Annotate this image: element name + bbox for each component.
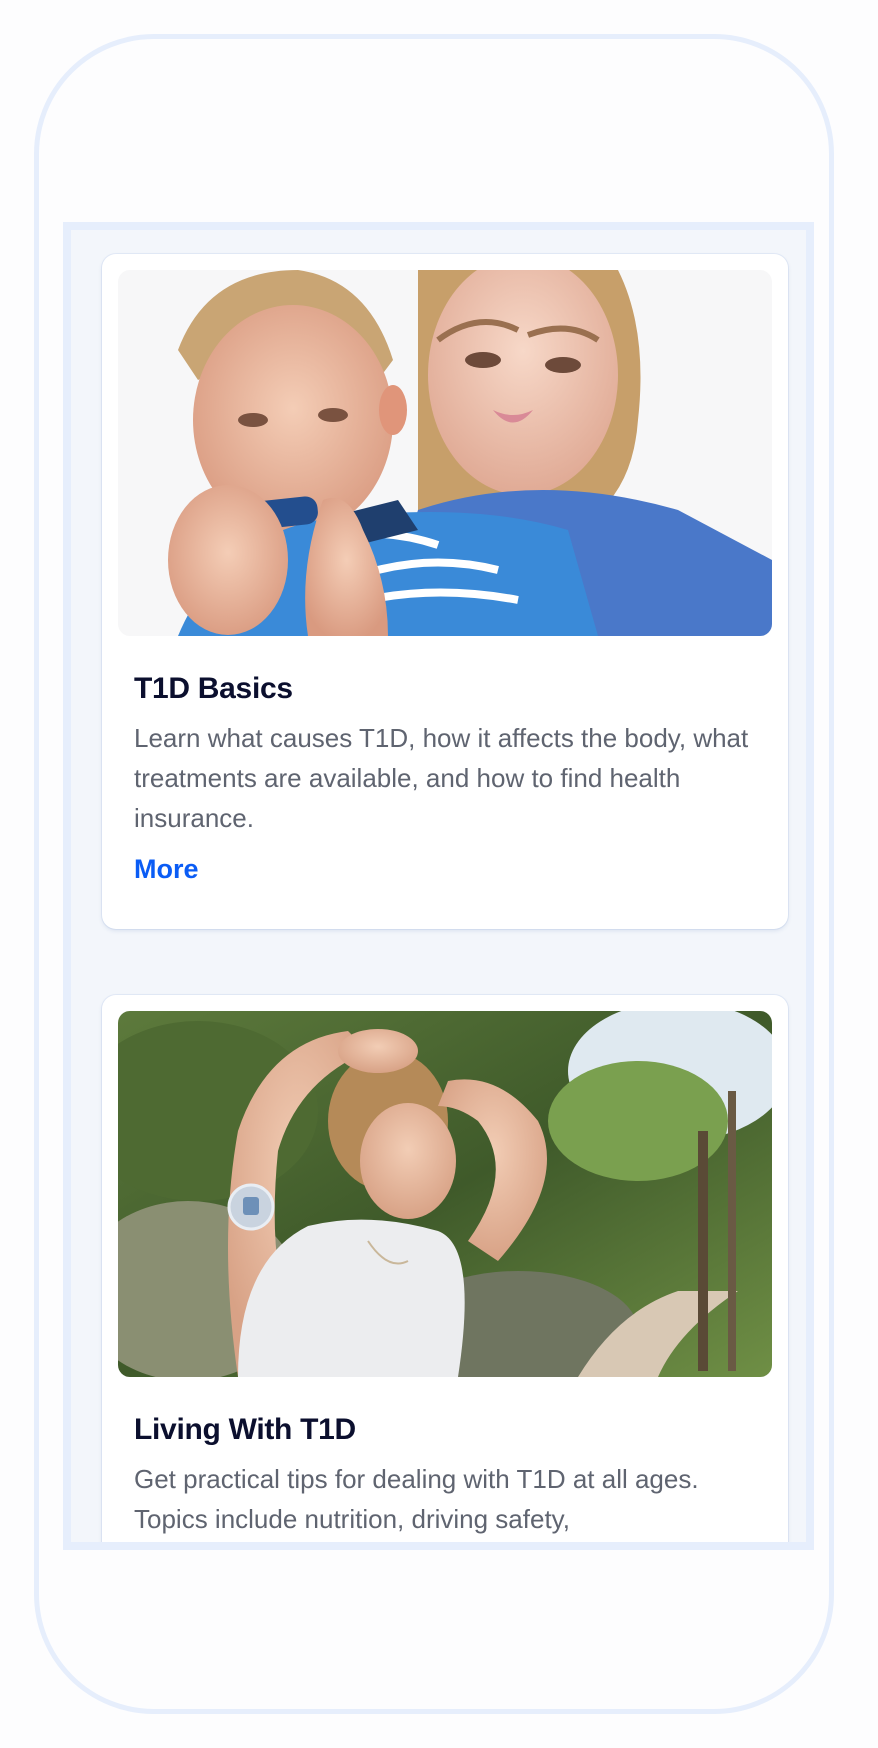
card-description: Learn what causes T1D, how it affects th… xyxy=(134,723,749,833)
woman-glucose-sensor-photo xyxy=(118,1011,772,1377)
scroll-viewport[interactable]: T1D Basics Learn what causes T1D, how it… xyxy=(63,222,814,1550)
child-insulin-pen-photo xyxy=(118,270,772,636)
more-link[interactable]: More xyxy=(134,854,199,885)
card-t1d-basics: T1D Basics Learn what causes T1D, how it… xyxy=(102,254,788,929)
card-living-with-t1d: Living With T1D Get practical tips for d… xyxy=(102,995,788,1542)
card-title: Living With T1D xyxy=(134,1413,356,1446)
card-description: Get practical tips for dealing with T1D … xyxy=(134,1464,699,1534)
card-title: T1D Basics xyxy=(134,672,293,705)
